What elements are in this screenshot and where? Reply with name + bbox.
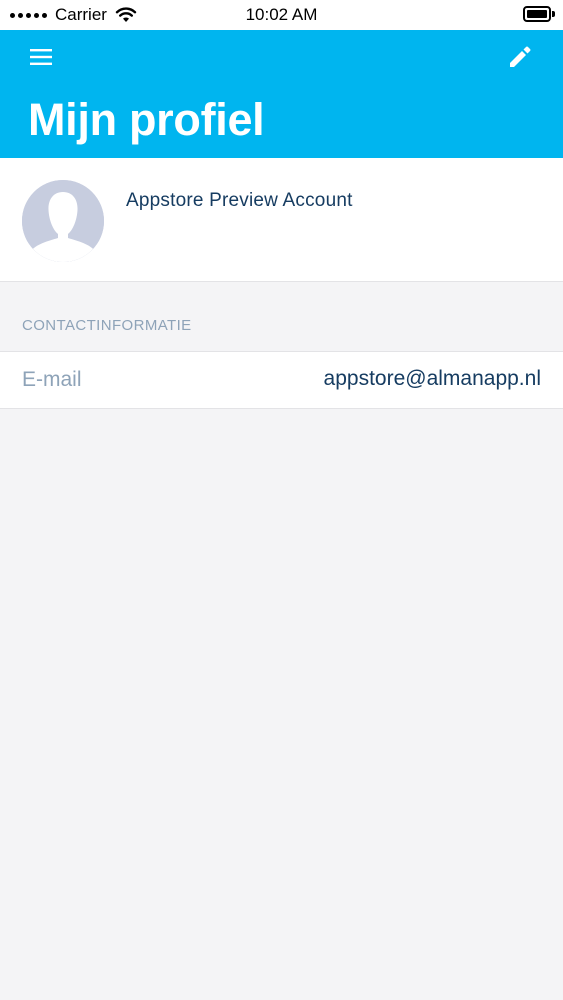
- pencil-icon: [510, 46, 531, 67]
- battery-icon: [523, 6, 555, 22]
- menu-button[interactable]: [24, 43, 58, 71]
- contact-row-email[interactable]: E-mail appstore@almanapp.nl: [0, 351, 563, 409]
- status-bar: Carrier 10:02 AM: [0, 0, 563, 30]
- email-label: E-mail: [22, 368, 82, 391]
- hamburger-menu-icon: [30, 49, 52, 65]
- contact-section-title: CONTACTINFORMATIE: [22, 317, 192, 334]
- nav-header: Mijn profiel: [0, 30, 563, 158]
- page-title: Mijn profiel: [28, 94, 265, 145]
- profile-screen: Carrier 10:02 AM Mijn profiel Appstore P…: [0, 0, 563, 1000]
- default-avatar-silhouette-icon: [22, 180, 104, 262]
- avatar[interactable]: [22, 180, 104, 262]
- profile-name: Appstore Preview Account: [126, 190, 353, 211]
- edit-profile-button[interactable]: [503, 42, 537, 72]
- email-value[interactable]: appstore@almanapp.nl: [324, 367, 541, 391]
- status-time: 10:02 AM: [245, 5, 318, 24]
- profile-card: Appstore Preview Account: [0, 158, 563, 282]
